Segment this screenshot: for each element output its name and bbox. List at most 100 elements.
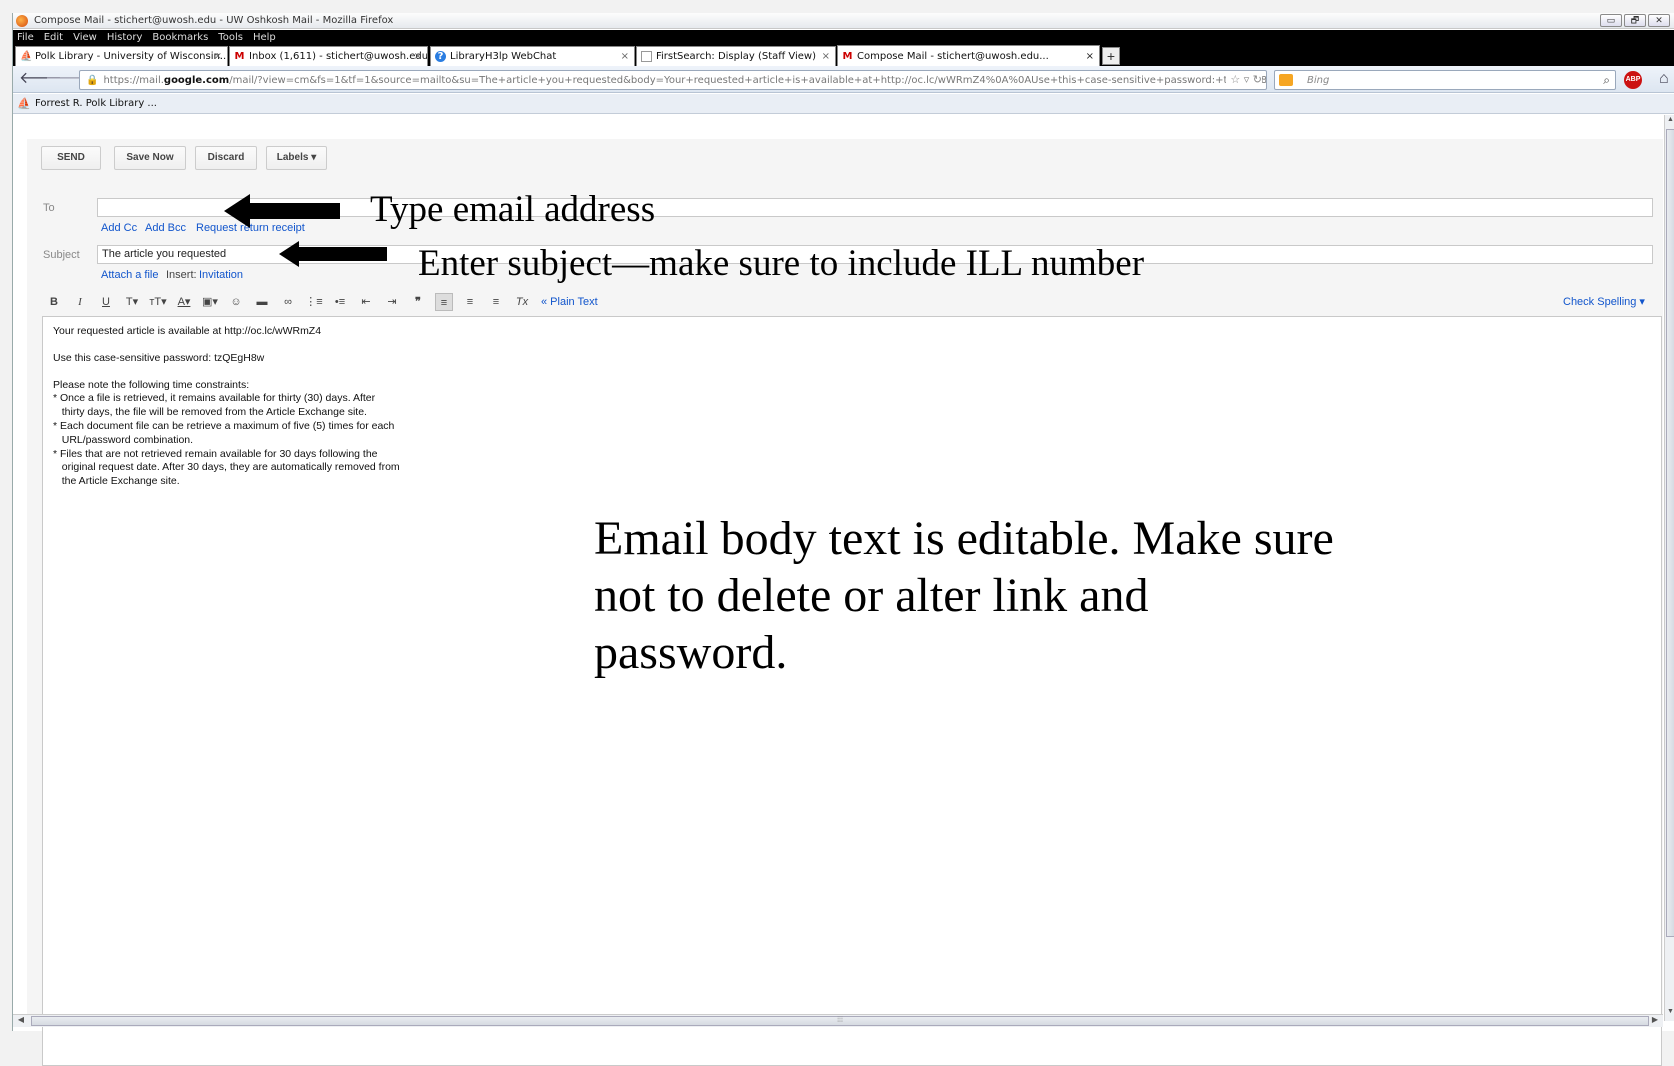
vertical-scrollbar[interactable]: ▲ ▼ [1664, 115, 1674, 1021]
numbered-list-icon[interactable]: ⋮≡ [305, 293, 323, 311]
image-icon[interactable]: ▬ [253, 293, 271, 311]
tab-label: Compose Mail - stichert@uwosh.edu... [857, 50, 1049, 62]
close-window-button[interactable]: ✕ [1648, 14, 1670, 27]
title-bar: Compose Mail - stichert@uwosh.edu - UW O… [13, 13, 1674, 29]
blank-page-icon [641, 51, 652, 62]
bookmark-polk-library[interactable]: Forrest R. Polk Library ... [35, 98, 157, 109]
align-left-icon[interactable]: ≡ [435, 293, 453, 311]
align-right-icon[interactable]: ≡ [487, 293, 505, 311]
horizontal-scroll-thumb[interactable]: ⁞⁞⁞ [31, 1016, 1649, 1026]
discard-button[interactable]: Discard [195, 146, 257, 170]
invitation-link[interactable]: Invitation [199, 269, 243, 281]
gmail-icon: M [842, 50, 853, 62]
home-icon[interactable]: ⌂ [1659, 70, 1669, 88]
navigation-bar: 🡐 🡒 🔒 https://mail. google.com/mail/?view… [13, 66, 1674, 93]
tab-label: Polk Library - University of Wisconsin..… [35, 51, 228, 62]
body-line: Use this case-sensitive password: tzQEgH… [53, 351, 265, 364]
font-size-icon[interactable]: тT▾ [149, 293, 167, 311]
close-tab-icon[interactable]: × [414, 51, 422, 62]
link-icon[interactable]: ∞ [279, 293, 297, 311]
text-color-icon[interactable]: A▾ [175, 293, 193, 311]
menu-tools[interactable]: Tools [218, 32, 243, 43]
bold-icon[interactable]: B [45, 293, 63, 311]
send-button[interactable]: SEND [41, 146, 101, 170]
back-arrow-icon[interactable]: 🡐 [19, 69, 62, 89]
close-tab-icon[interactable]: × [822, 51, 830, 62]
vertical-scroll-thumb[interactable] [1666, 129, 1674, 937]
forward-arrow-icon[interactable]: 🡒 [45, 69, 88, 89]
address-bar[interactable]: 🔒 https://mail. google.com/mail/?view=cm&… [79, 70, 1267, 90]
menu-view[interactable]: View [73, 32, 97, 43]
body-line: thirty days, the file will be removed fr… [53, 406, 367, 419]
underline-icon[interactable]: U [97, 293, 115, 311]
close-tab-icon[interactable]: × [214, 51, 222, 62]
compose-toolbar: SEND Save Now Discard Labels ▾ [27, 139, 1663, 177]
add-cc-link[interactable]: Add Cc [101, 222, 137, 234]
close-tab-icon[interactable]: × [1086, 51, 1094, 62]
email-body-editor[interactable]: Your requested article is available at h… [42, 316, 1662, 1066]
highlight-color-icon[interactable]: ▣▾ [201, 293, 219, 311]
formatting-toolbar: B I U T▾ тT▾ A▾ ▣▾ ☺ ▬ ∞ ⋮≡ •≡ ⇤ ⇥ ❞ ≡ ≡… [41, 293, 535, 311]
gmail-icon: M [234, 51, 245, 62]
tab-compose-mail[interactable]: M Compose Mail - stichert@uwosh.edu... × [837, 45, 1100, 66]
lock-icon: 🔒 [86, 74, 99, 86]
new-tab-button[interactable]: + [1102, 47, 1120, 65]
add-bcc-link[interactable]: Add Bcc [145, 222, 186, 234]
url-rest: /mail/?view=cm&fs=1&tf=1&source=mailto&s… [229, 74, 1267, 86]
body-line: * Once a file is retrieved, it remains a… [53, 392, 376, 405]
tab-firstsearch[interactable]: FirstSearch: Display (Staff View) × [636, 46, 836, 66]
tab-label: Inbox (1,611) - stichert@uwosh.edu - ... [249, 51, 428, 62]
tab-libraryh3lp[interactable]: ? LibraryH3lp WebChat × [430, 46, 635, 66]
to-arrow [224, 194, 340, 228]
tab-inbox[interactable]: M Inbox (1,611) - stichert@uwosh.edu - .… [229, 46, 428, 66]
body-line: original request date. After 30 days, th… [53, 461, 400, 474]
annotation-line: password. [594, 626, 788, 679]
to-label: To [43, 202, 55, 214]
star-bookmark-icon[interactable]: ☆ [1230, 73, 1240, 86]
adblock-icon[interactable]: ABP [1624, 71, 1642, 89]
restore-button[interactable]: 🗗 [1624, 14, 1646, 27]
check-spelling-link[interactable]: Check Spelling ▾ [1563, 295, 1645, 308]
horizontal-scrollbar[interactable]: ◀ ⁞⁞⁞ ▶ [13, 1014, 1663, 1027]
menu-bookmarks[interactable]: Bookmarks [152, 32, 208, 43]
scroll-right-icon[interactable]: ▶ [1649, 1015, 1661, 1024]
indent-more-icon[interactable]: ⇥ [383, 293, 401, 311]
tab-label: FirstSearch: Display (Staff View) [656, 51, 816, 62]
menu-history[interactable]: History [107, 32, 143, 43]
font-icon[interactable]: T▾ [123, 293, 141, 311]
bookmarks-toolbar: ⛵ Forrest R. Polk Library ... [13, 94, 1674, 114]
body-line: the Article Exchange site. [53, 475, 180, 488]
quote-icon[interactable]: ❞ [409, 293, 427, 311]
italic-icon[interactable]: I [71, 293, 89, 311]
plain-text-link[interactable]: « Plain Text [541, 293, 598, 311]
bulleted-list-icon[interactable]: •≡ [331, 293, 349, 311]
minimize-button[interactable]: ▭ [1600, 14, 1622, 27]
reload-icon[interactable]: ↻ [1253, 73, 1262, 86]
menu-edit[interactable]: Edit [44, 32, 63, 43]
menu-file[interactable]: File [17, 32, 34, 43]
firefox-icon [16, 14, 28, 27]
scroll-left-icon[interactable]: ◀ [15, 1015, 27, 1024]
tab-label: LibraryH3lp WebChat [450, 51, 557, 62]
close-tab-icon[interactable]: × [621, 51, 629, 62]
remove-formatting-icon[interactable]: Tx [513, 293, 531, 311]
attach-file-link[interactable]: Attach a file [101, 269, 158, 281]
dropdown-icon[interactable]: ▿ [1244, 73, 1250, 86]
tab-polk-library[interactable]: ⛵ Polk Library - University of Wisconsin… [15, 46, 228, 66]
save-now-button[interactable]: Save Now [114, 146, 186, 170]
bing-engine-icon[interactable] [1279, 74, 1293, 86]
emoticon-icon[interactable]: ☺ [227, 293, 245, 311]
indent-less-icon[interactable]: ⇤ [357, 293, 375, 311]
annotation-line: Email body text is editable. Make sure [594, 512, 1334, 565]
annotation-type-email: Type email address [370, 189, 656, 230]
search-icon[interactable]: ⌕ [1603, 73, 1610, 88]
labels-button[interactable]: Labels ▾ [266, 146, 327, 170]
scroll-up-icon[interactable]: ▲ [1665, 116, 1674, 128]
menu-bar: File Edit View History Bookmarks Tools H… [13, 30, 1674, 45]
url-prefix: https://mail. [103, 74, 164, 86]
menu-help[interactable]: Help [253, 32, 276, 43]
search-box[interactable]: Bing ⌕ [1274, 70, 1616, 90]
polk-library-icon: ⛵ [20, 51, 33, 62]
scroll-down-icon[interactable]: ▼ [1665, 1008, 1674, 1020]
align-center-icon[interactable]: ≡ [461, 293, 479, 311]
